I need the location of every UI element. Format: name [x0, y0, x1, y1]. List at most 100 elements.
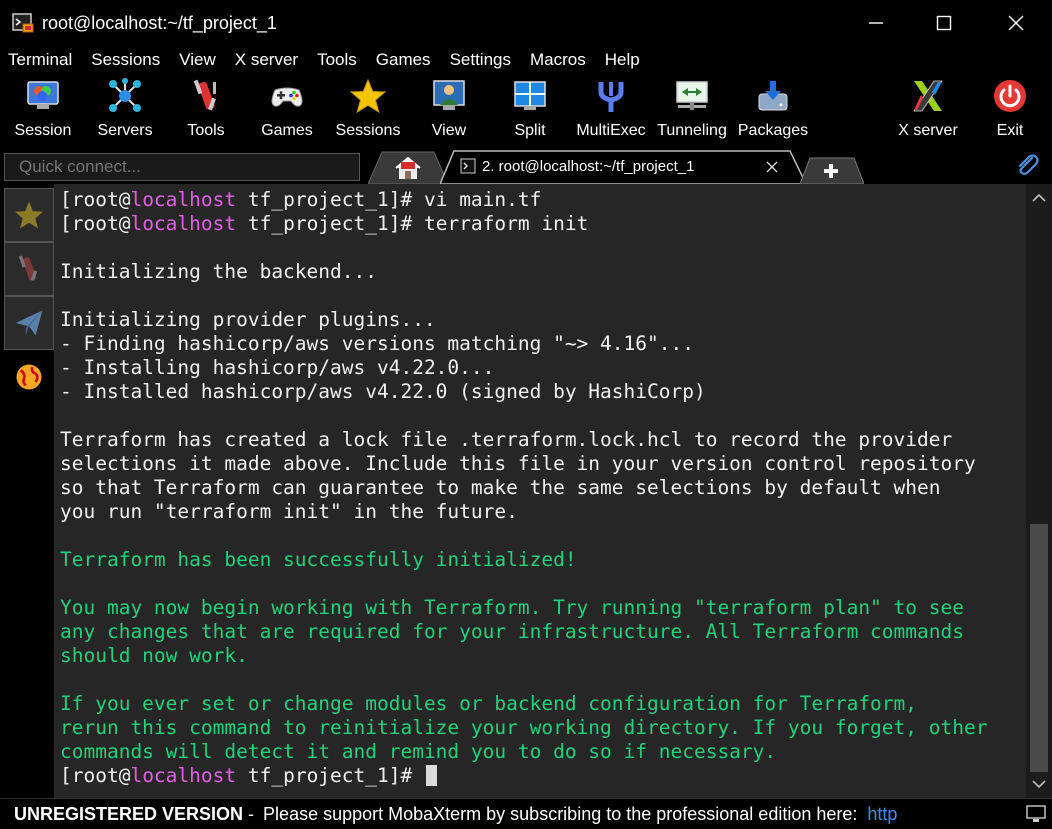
terminal-tab-icon [460, 158, 476, 179]
packages-button[interactable]: Packages [738, 76, 808, 142]
sidebar-tab-sessions[interactable] [4, 188, 54, 242]
split-button[interactable]: Split [504, 76, 556, 142]
power-icon [992, 78, 1028, 114]
view-icon [431, 78, 467, 114]
menu-x-server[interactable]: X server [227, 50, 298, 70]
menu-terminal[interactable]: Terminal [0, 50, 72, 70]
new-tab-button[interactable] [799, 154, 865, 185]
view-button[interactable]: View [424, 76, 474, 142]
tools-button[interactable]: Tools [176, 76, 236, 142]
sidebar-tab-tools[interactable] [4, 242, 54, 296]
paper-plane-icon [15, 310, 43, 336]
games-label: Games [261, 122, 313, 139]
close-button[interactable] [988, 0, 1044, 46]
split-icon [512, 78, 548, 114]
session-button[interactable]: Session [12, 76, 74, 142]
tab-label: 2. root@localhost:~/tf_project_1 [482, 158, 695, 175]
menu-tools[interactable]: Tools [309, 50, 357, 70]
support-link[interactable]: http [867, 804, 897, 825]
terminal-output-line: - Finding hashicorp/aws versions matchin… [60, 332, 694, 355]
menu-games[interactable]: Games [368, 50, 431, 70]
terminal-output-line: Initializing provider plugins... [60, 308, 436, 331]
fork-icon [593, 78, 629, 114]
terminal-cursor [425, 765, 437, 786]
terminal-output-line: selections it made above. Include this f… [60, 452, 976, 475]
prompt-dir: tf_project_1]# [236, 212, 424, 235]
terminal-app-icon [12, 12, 34, 34]
tunneling-label: Tunneling [657, 122, 727, 139]
sidebar [0, 184, 54, 798]
terminal-output-line: should now work. [60, 644, 248, 667]
maximize-button[interactable] [916, 0, 972, 46]
tunneling-icon [674, 78, 710, 114]
terminal-output-line: so that Terraform can guarantee to make … [60, 476, 941, 499]
prompt-host: localhost [130, 212, 237, 235]
servers-button[interactable]: Servers [94, 76, 156, 142]
menu-sessions[interactable]: Sessions [83, 50, 160, 70]
scrollbar-thumb[interactable] [1030, 524, 1048, 772]
prompt-user: [root@ [60, 188, 131, 211]
view-label: View [431, 122, 467, 139]
tools-icon [18, 255, 38, 281]
terminal-prompt-line: [root@localhost tf_project_1]# terraform… [60, 212, 588, 236]
sidebar-tab-sftp[interactable] [4, 350, 54, 404]
maximize-icon [936, 15, 952, 31]
terminal-output[interactable]: [root@localhost tf_project_1]# vi main.t… [54, 184, 1026, 798]
x-server-label: X server [898, 122, 958, 139]
menu-help[interactable]: Help [597, 50, 640, 70]
menu-view[interactable]: View [171, 50, 216, 70]
minimize-button[interactable] [848, 0, 904, 46]
terminal-output-line: Terraform has created a lock file .terra… [60, 428, 953, 451]
quick-connect-input[interactable] [4, 153, 360, 181]
toolbar: Session Servers Tools Games Sessions Vie… [0, 74, 1052, 146]
scroll-down-icon [1032, 780, 1046, 789]
prompt-host: localhost [130, 188, 237, 211]
x-server-icon [910, 78, 946, 114]
paperclip-icon[interactable] [1014, 152, 1040, 183]
menu-bar: Terminal Sessions View X server Tools Ga… [0, 46, 1052, 74]
star-icon [349, 78, 387, 114]
support-message: Please support MobaXterm by subscribing … [263, 803, 858, 824]
status-bar: UNREGISTERED VERSION - Please support Mo… [0, 798, 1052, 829]
packages-icon [755, 78, 791, 114]
sidebar-tab-macros[interactable] [4, 296, 54, 350]
split-label: Split [514, 122, 546, 139]
tab-session-2[interactable]: 2. root@localhost:~/tf_project_1 [440, 150, 810, 184]
terminal-output-line: you run "terraform init" in the future. [60, 500, 518, 523]
scroll-up-icon [1032, 193, 1046, 202]
home-tab[interactable] [367, 150, 449, 185]
close-tab-icon[interactable] [766, 160, 778, 178]
terminal-output-line: commands will detect it and remind you t… [60, 740, 777, 763]
prompt-user: [root@ [60, 212, 131, 235]
servers-label: Servers [97, 122, 153, 139]
multiexec-label: MultiExec [576, 122, 646, 139]
sessions-button[interactable]: Sessions [334, 76, 402, 142]
menu-macros[interactable]: Macros [522, 50, 586, 70]
terminal-output-line: rerun this command to reinitialize your … [60, 716, 988, 739]
exit-button[interactable]: Exit [986, 76, 1034, 142]
terminal-prompt-line: [root@localhost tf_project_1]# [60, 764, 437, 788]
unregistered-label: UNREGISTERED VERSION [14, 803, 244, 824]
prompt-command: terraform init [423, 212, 589, 235]
terminal-output-line: - Installed hashicorp/aws v4.22.0 (signe… [60, 380, 706, 403]
terminal-output-line: If you ever set or change modules or bac… [60, 692, 918, 715]
terminal-output-line: - Installing hashicorp/aws v4.22.0... [60, 356, 495, 379]
games-button[interactable]: Games [256, 76, 318, 142]
close-icon [1008, 15, 1024, 31]
gamepad-icon [269, 78, 305, 114]
session-icon [25, 78, 61, 114]
prompt-dir: tf_project_1]# [236, 188, 424, 211]
prompt-user: [root@ [60, 764, 131, 787]
tunneling-button[interactable]: Tunneling [654, 76, 730, 142]
terminal-scrollbar[interactable] [1026, 184, 1052, 798]
x-server-button[interactable]: X server [894, 76, 962, 142]
prompt-command: vi main.tf [423, 188, 542, 211]
terminal-prompt-line: [root@localhost tf_project_1]# vi main.t… [60, 188, 541, 212]
title-bar: root@localhost:~/tf_project_1 [0, 0, 1052, 46]
terminal-output-line: You may now begin working with Terraform… [60, 596, 964, 619]
menu-settings[interactable]: Settings [442, 50, 511, 70]
tools-icon [188, 78, 224, 114]
monitor-icon[interactable] [1026, 804, 1046, 829]
terminal-output-line: any changes that are required for your i… [60, 620, 964, 643]
multiexec-button[interactable]: MultiExec [576, 76, 646, 142]
